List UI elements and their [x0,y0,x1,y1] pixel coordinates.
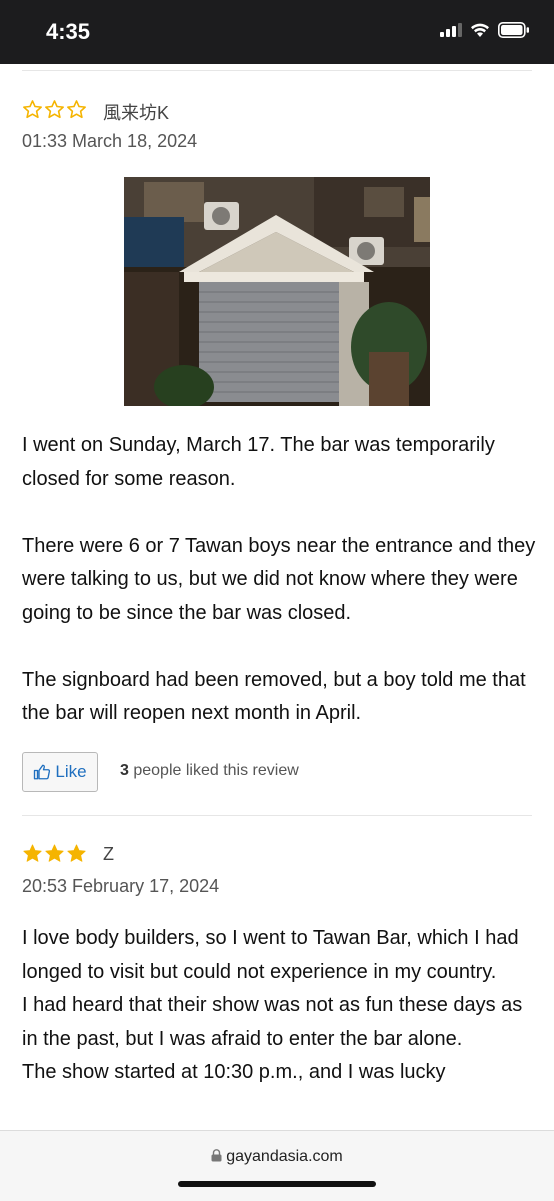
status-bar: 4:35 [0,0,554,64]
wifi-icon [471,23,489,37]
signal-icon [440,23,462,37]
review-paragraph: The signboard had been removed, but a bo… [22,668,526,725]
review-photo[interactable] [124,177,430,406]
reviewer-name: Z [103,844,114,864]
star-rating [22,843,87,864]
review-timestamp: 20:53 February 17, 2024 [22,876,220,896]
battery-icon [498,22,529,38]
divider [22,815,532,816]
star-filled-icon [67,844,86,862]
review-paragraph: There were 6 or 7 Tawan boys near the en… [22,534,536,624]
review-photo-image [124,177,430,406]
like-button[interactable]: Like [22,752,98,792]
thumbs-up-icon [34,764,51,780]
star-rating [22,99,87,120]
address-bar[interactable]: gayandasia.com [0,1148,554,1166]
lock-icon [211,1149,222,1162]
status-icons [440,22,530,38]
star-outline-icon [45,100,64,119]
review-paragraph: I went on Sunday, March 17. The bar was … [22,434,495,490]
home-indicator[interactable] [178,1181,376,1187]
like-button-label: Like [55,762,87,781]
status-time: 4:35 [46,19,91,44]
review-timestamp: 01:33 March 18, 2024 [22,131,198,151]
url-text: gayandasia.com [226,1148,343,1165]
review-text: I went on Sunday, March 17. The bar was … [22,429,537,731]
like-count-text: 3 people liked this review [120,762,299,780]
star-outline-icon [23,100,42,119]
star-outline-icon [67,100,86,119]
like-count: 3 [120,762,129,779]
star-filled-icon [23,844,42,862]
reviewer-name: 風来坊K [103,103,170,123]
review-text: I love body builders, so I went to Tawan… [22,927,523,1083]
divider [22,70,532,71]
star-filled-icon [45,844,64,862]
like-count-label: people liked this review [133,762,299,779]
